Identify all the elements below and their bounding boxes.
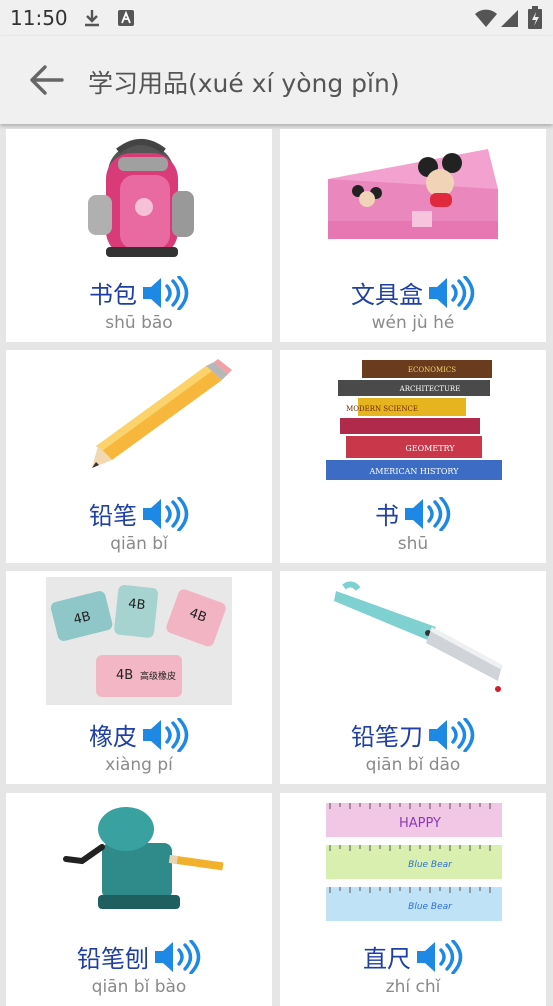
svg-text:GEOMETRY: GEOMETRY <box>405 444 455 453</box>
item-card-pencil-sharpener[interactable]: 铅笔刨 qiān bǐ bào <box>6 793 272 1006</box>
item-pinyin: zhí chǐ <box>385 977 441 997</box>
item-pinyin: qiān bǐ bào <box>91 977 187 997</box>
speaker-icon[interactable] <box>141 275 189 310</box>
item-pinyin: shū <box>397 534 429 554</box>
wifi-icon <box>475 9 497 27</box>
item-pinyin: qiān bǐ dāo <box>365 755 461 775</box>
speaker-icon[interactable] <box>141 717 189 752</box>
svg-text:AMERICAN HISTORY: AMERICAN HISTORY <box>368 467 459 476</box>
speaker-icon[interactable] <box>427 717 475 752</box>
svg-text:Blue Bear: Blue Bear <box>408 860 453 870</box>
item-name: 铅笔刀 <box>280 717 546 752</box>
item-card-books[interactable]: AMERICAN HISTORY GEOMETRY MODERN SCIENCE… <box>280 350 546 563</box>
speaker-icon[interactable] <box>141 496 189 531</box>
svg-text:ARCHITECTURE: ARCHITECTURE <box>399 385 461 393</box>
speaker-icon[interactable] <box>427 275 475 310</box>
books-image: AMERICAN HISTORY GEOMETRY MODERN SCIENCE… <box>326 360 502 480</box>
battery-icon <box>528 6 542 29</box>
item-card-backpack[interactable]: 书包 shū bāo <box>6 129 272 342</box>
back-arrow-icon[interactable] <box>28 64 64 96</box>
clock: 11:50 <box>10 6 68 30</box>
item-card-pencil-case[interactable]: 文具盒 wén jù hé <box>280 129 546 342</box>
item-pinyin: qiān bǐ <box>110 534 168 554</box>
item-name: 橡皮 <box>6 717 272 752</box>
item-card-pencil-knife[interactable]: 铅笔刀 qiān bǐ dāo <box>280 571 546 784</box>
svg-text:高级橡皮: 高级橡皮 <box>140 670 176 682</box>
app-a-icon <box>118 10 134 26</box>
item-card-pencil[interactable]: 铅笔 qiān bǐ <box>6 350 272 563</box>
speaker-icon[interactable] <box>153 939 201 974</box>
svg-text:MODERN SCIENCE: MODERN SCIENCE <box>346 405 418 413</box>
signal-icon <box>501 10 518 27</box>
item-name: 铅笔 <box>6 496 272 531</box>
item-name: 书包 <box>6 275 272 310</box>
svg-text:Blue Bear: Blue Bear <box>408 902 453 912</box>
pencil-case-image <box>328 149 498 239</box>
eraser-image: 4B 4B 4B 4B 高级橡皮 <box>46 577 232 705</box>
page-title: 学习用品(xué xí yòng pǐn) <box>88 69 400 98</box>
ruler-image: HAPPY Blue Bear Blue Bear <box>326 803 502 921</box>
item-pinyin: wén jù hé <box>371 313 455 333</box>
item-name: 直尺 <box>280 939 546 974</box>
item-card-ruler[interactable]: HAPPY Blue Bear Blue Bear 直尺 zhí chǐ <box>280 793 546 1006</box>
svg-text:HAPPY: HAPPY <box>399 816 441 831</box>
item-card-eraser[interactable]: 4B 4B 4B 4B 高级橡皮 橡皮 xiàng pí <box>6 571 272 784</box>
app-bar: 学习用品(xué xí yòng pǐn) <box>0 36 553 124</box>
pencil-knife-image <box>334 581 502 692</box>
item-pinyin: shū bāo <box>105 313 173 333</box>
item-pinyin: xiàng pí <box>105 755 173 775</box>
svg-text:4B: 4B <box>127 597 146 614</box>
item-name: 铅笔刨 <box>6 939 272 974</box>
svg-text:ECONOMICS: ECONOMICS <box>408 366 456 374</box>
item-name: 文具盒 <box>280 275 546 310</box>
pencil-sharpener-image <box>63 807 224 909</box>
speaker-icon[interactable] <box>415 939 463 974</box>
svg-text:4B: 4B <box>116 668 133 683</box>
backpack-image <box>88 139 194 257</box>
speaker-icon[interactable] <box>403 496 451 531</box>
status-bar: 11:50 <box>0 0 553 36</box>
pencil-image <box>92 359 232 468</box>
download-icon <box>85 10 99 27</box>
item-name: 书 <box>280 496 546 531</box>
